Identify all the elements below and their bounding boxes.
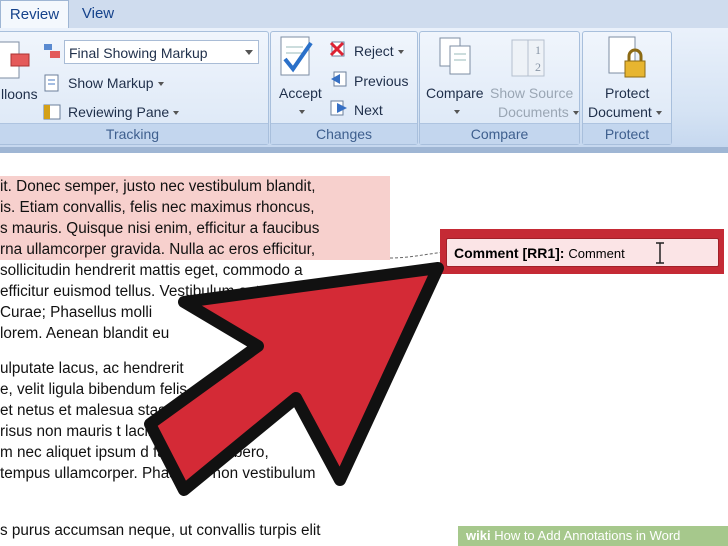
watermark-title: How to Add Annotations in Word — [494, 528, 681, 543]
watermark-brand: wiki — [466, 528, 491, 543]
watermark: wiki How to Add Annotations in Word — [458, 526, 728, 546]
pointer-arrow-icon — [144, 262, 444, 496]
